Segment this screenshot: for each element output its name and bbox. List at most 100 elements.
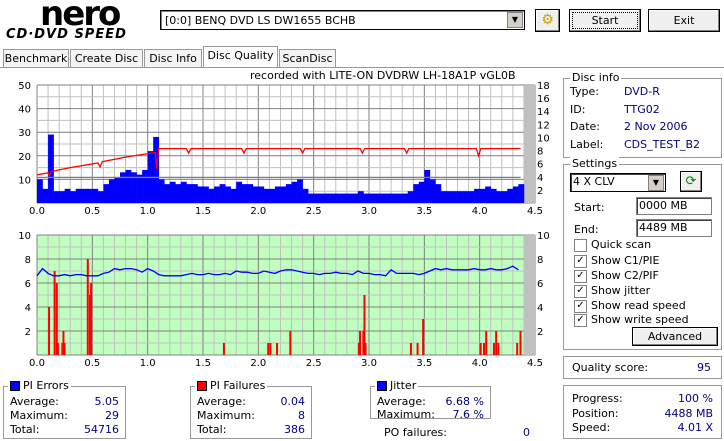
check-icon[interactable]: ✓ (574, 254, 587, 268)
progress-row: Progress: 100 % (572, 392, 713, 407)
x-tick-label: 4.5 (527, 358, 543, 369)
chevron-down-icon[interactable]: ▼ (507, 12, 523, 28)
pie-bar (402, 193, 409, 203)
show-pif-checkbox[interactable]: ✓ Show C2/PIF (574, 269, 659, 283)
position-label: Position: (572, 407, 619, 420)
start-label: Start: (574, 201, 605, 214)
pie-bar (407, 191, 414, 203)
jitter-group: Jitter Average: 6.68 % Maximum: 7.6 % (370, 379, 491, 421)
checkbox-label: Show C2/PIF (591, 269, 659, 282)
y2-tick-label: 8 (537, 147, 543, 158)
pif-bar (422, 319, 425, 355)
x-tick-label: 3.0 (361, 206, 377, 217)
x-tick-label: 3.0 (361, 358, 377, 369)
drive-settings-icon[interactable]: ⚙ (535, 9, 560, 32)
progress-box: Progress: 100 % Position: 4488 MB Speed: 4.… (563, 385, 722, 439)
chevron-down-icon[interactable]: ▼ (648, 175, 664, 191)
unused-area (523, 235, 535, 355)
position-row: Position: 4488 MB (572, 407, 713, 422)
y-tick-label: 20 (18, 152, 31, 163)
pie-bar (241, 184, 248, 203)
quality-score-label: Quality score: (572, 361, 649, 374)
blue-square-icon (377, 381, 387, 391)
pie-bar (330, 193, 337, 203)
quality-score-box: Quality score: 95 (563, 356, 722, 379)
x-tick-label: 4.0 (472, 206, 488, 217)
label-label: Label: (570, 138, 604, 151)
pie-bar (429, 179, 436, 203)
pie-average-row: Average: 5.05 (10, 395, 119, 408)
pif-bar (495, 331, 498, 355)
pie-bar (507, 188, 514, 203)
pie-bar (108, 179, 115, 203)
position-value: 4488 MB (664, 407, 713, 420)
pie-bar (457, 191, 464, 203)
checkbox-box[interactable] (574, 238, 587, 252)
settings-group: Settings 4 X CLV ▼ ⟳ Start: 0000 MB End: … (563, 157, 722, 350)
pif-bar (492, 343, 495, 355)
tab-disc-quality[interactable]: Disc Quality (203, 46, 278, 68)
pie-bar (158, 179, 165, 203)
pie-bar (440, 191, 447, 203)
y-tick-label: 8 (25, 255, 31, 266)
speed-value: 4.01 X (677, 421, 713, 434)
pie-bar (501, 191, 508, 203)
pie-bar (363, 193, 370, 203)
y2-tick-label: 2 (537, 327, 543, 338)
pif-average-value: 0.04 (280, 395, 306, 408)
jitter-average-value: 6.68 % (445, 395, 484, 408)
start-button[interactable]: Start (569, 9, 641, 32)
pif-bar (48, 307, 51, 355)
red-square-icon (197, 381, 207, 391)
check-icon[interactable]: ✓ (574, 313, 587, 327)
end-input[interactable]: 4489 MB (636, 219, 712, 237)
start-input[interactable]: 0000 MB (636, 197, 712, 215)
pie-bar (175, 184, 182, 203)
checkbox-label: Show C1/PIE (591, 254, 660, 267)
x-tick-label: 1.5 (195, 206, 211, 217)
pie-bar (435, 184, 442, 203)
check-icon[interactable]: ✓ (574, 284, 587, 298)
quick-scan-checkbox[interactable]: Quick scan (574, 238, 651, 252)
settings-title: Settings (570, 157, 620, 170)
tab-benchmark[interactable]: Benchmark (3, 49, 69, 68)
pie-bar (474, 188, 480, 203)
speed-row: Speed: 4.01 X (572, 421, 713, 436)
pie-bar (479, 188, 486, 203)
pie-bar (48, 134, 54, 203)
speed-value: 4 X CLV (573, 175, 615, 188)
pie-bar (164, 184, 171, 203)
y2-tick-label: 6 (537, 160, 543, 171)
pif-bar (53, 271, 56, 355)
pie-bar (191, 184, 198, 203)
pie-bar (396, 193, 403, 203)
pif-maximum-row: Maximum: 8 (197, 409, 305, 422)
x-tick-label: 2.5 (306, 206, 322, 217)
exit-button[interactable]: Exit (648, 9, 720, 32)
x-tick-label: 0.0 (29, 206, 45, 217)
check-icon[interactable]: ✓ (574, 299, 587, 313)
refresh-icon[interactable]: ⟳ (680, 171, 702, 192)
pie-bar (518, 184, 525, 203)
pie-bar (180, 181, 187, 203)
check-icon[interactable]: ✓ (574, 269, 587, 283)
checkbox-label: Quick scan (591, 238, 652, 251)
po-failures-row: PO failures: 0 (384, 426, 534, 440)
tab-disc-info[interactable]: Disc Info (144, 49, 202, 68)
pie-bar (219, 184, 226, 203)
show-pie-checkbox[interactable]: ✓ Show C1/PIE (574, 254, 659, 268)
speed-select[interactable]: 4 X CLV ▼ (570, 173, 666, 192)
pie-bar (496, 191, 503, 203)
pie-bar (385, 193, 392, 203)
show-write-speed-checkbox[interactable]: ✓ Show write speed (574, 313, 689, 327)
id-value: TTG02 (624, 103, 660, 116)
pie-bar (418, 181, 425, 203)
drive-select[interactable]: [0:0] BENQ DVD LS DW1655 BCHB ▼ (160, 10, 525, 30)
tab-scandisc[interactable]: ScanDisc (279, 49, 336, 68)
advanced-button[interactable]: Advanced (632, 327, 718, 346)
date-value: 2 Nov 2006 (624, 120, 688, 133)
show-read-speed-checkbox[interactable]: ✓ Show read speed (574, 299, 686, 313)
show-jitter-checkbox[interactable]: ✓ Show jitter (574, 284, 650, 298)
pie-bar (247, 184, 254, 203)
tab-create-disc[interactable]: Create Disc (70, 49, 143, 68)
